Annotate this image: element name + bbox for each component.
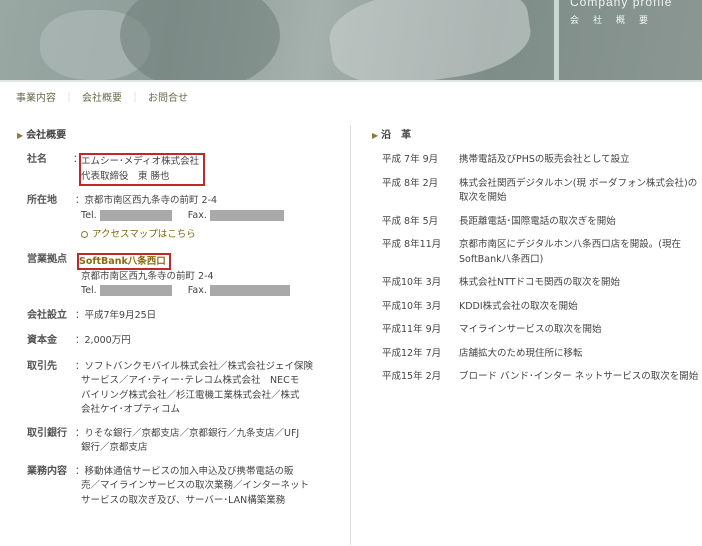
history-text: マイラインサービスの取次を開始 bbox=[459, 324, 602, 335]
history-date: 平成10年 3月 bbox=[382, 277, 442, 288]
nav-item-contact[interactable]: お問合せ bbox=[148, 93, 188, 104]
highlight-box: SoftBank八条西口 bbox=[77, 252, 171, 270]
history-date: 平成 8年 5月 bbox=[382, 215, 439, 227]
banks-value: ：りそな銀行／京都支店／京都銀行／九条支店／UFJ 銀行／京都支店 bbox=[75, 427, 300, 454]
row-address: 所在地 ：京都市南区西九条寺の前町 2-4 Tel. Fax. アクセスマップは… bbox=[27, 194, 347, 243]
row-partners: 取引先 ：ソフトバンクモバイル株式会社／株式会社ジェイ保険 サービス／アイ･ティ… bbox=[27, 360, 347, 418]
label-address: 所在地 bbox=[27, 195, 57, 206]
shop-address: 京都市南区西九条寺の前町 2-4 bbox=[81, 270, 214, 282]
address-text: ：京都市南区西九条寺の前町 2-4 bbox=[75, 195, 218, 206]
company-profile-section: ▶ 会社概要 社名 ： エムシー･メディオ株式会社 代表取締役 東 勝也 所在地 … bbox=[17, 126, 347, 516]
label-partners: 取引先 bbox=[27, 360, 57, 372]
row-company-name: 社名 ： エムシー･メディオ株式会社 代表取締役 東 勝也 bbox=[27, 153, 347, 186]
redacted-fax bbox=[209, 209, 284, 221]
history-text: 長距離電話･国際電話の取次ぎを開始 bbox=[459, 215, 616, 227]
history-item: 平成10年 3月 KDDI株式会社の取次を開始 bbox=[382, 300, 702, 315]
history-list: 平成 7年 9月 携帯電話及びPHSの販売会社として設立平成 8年 2月 株式会社関… bbox=[372, 153, 702, 385]
history-item: 平成 8年 2月 株式会社関西デジタルホン(現 ボーダフォン株式会社)の取次を開始 bbox=[382, 177, 702, 206]
colon: ： bbox=[73, 154, 83, 165]
header-title: Company profile bbox=[570, 0, 673, 9]
history-item: 平成11年 9月 マイラインサービスの取次を開始 bbox=[382, 323, 702, 338]
column-divider bbox=[350, 125, 351, 545]
history-text: 店舗拡大のため現住所に移転 bbox=[459, 347, 583, 359]
header-underline bbox=[0, 80, 702, 82]
fax-label: Fax. bbox=[187, 209, 207, 221]
history-item: 平成12年 7月 店舗拡大のため現住所に移転 bbox=[382, 347, 702, 362]
nav-item-business[interactable]: 事業内容 bbox=[16, 93, 56, 104]
label-shop: 営業拠点 bbox=[27, 253, 67, 265]
history-date: 平成12年 7月 bbox=[382, 347, 442, 359]
history-item: 平成 8年 5月 長距離電話･国際電話の取次ぎを開始 bbox=[382, 215, 702, 230]
history-text: 株式会社NTTドコモ関西の取次を開始 bbox=[459, 277, 621, 288]
label-capital: 資本金 bbox=[27, 335, 57, 346]
circle-icon bbox=[81, 231, 88, 238]
header-stripe bbox=[554, 0, 559, 80]
triangle-icon: ▶ bbox=[372, 131, 379, 140]
fax-label: Fax. bbox=[187, 285, 207, 296]
section-title: ▶ 会社概要 bbox=[17, 130, 67, 141]
access-map-link[interactable]: アクセスマップはこちら bbox=[75, 228, 347, 243]
redacted-fax bbox=[209, 285, 290, 296]
founded-value: ：平成7年9月25日 bbox=[75, 309, 157, 321]
history-date: 平成15年 2月 bbox=[382, 371, 442, 382]
tel-label: Tel. bbox=[81, 209, 97, 221]
history-date: 平成10年 3月 bbox=[382, 300, 442, 312]
highlight-box: エムシー･メディオ株式会社 代表取締役 東 勝也 bbox=[79, 153, 206, 186]
history-text: 携帯電話及びPHSの販売会社として設立 bbox=[459, 154, 630, 165]
label-business: 業務内容 bbox=[27, 465, 67, 477]
history-date: 平成 7年 9月 bbox=[382, 154, 439, 165]
phone-line: Tel. Fax. bbox=[75, 209, 347, 224]
representative: 代表取締役 東 勝也 bbox=[81, 170, 170, 182]
section-title: ▶ 沿 革 bbox=[372, 130, 412, 141]
phone-line: Tel. Fax. bbox=[79, 284, 347, 299]
row-founded: 会社設立 ：平成7年9月25日 bbox=[27, 309, 347, 324]
history-item: 平成15年 2月 ブロード バンド･インター ネットサービスの取次を開始 bbox=[382, 370, 702, 385]
row-capital: 資本金 ：2,000万円 bbox=[27, 334, 347, 349]
row-business: 業務内容 ：移動体通信サービスの加入申込及び携帯電話の販 売／マイラインサービス… bbox=[27, 465, 347, 509]
history-date: 平成 8年 2月 bbox=[382, 177, 439, 189]
company-name: エムシー･メディオ株式会社 bbox=[81, 156, 200, 167]
header-photo bbox=[120, 0, 280, 80]
shop-name: SoftBank八条西口 bbox=[79, 255, 166, 267]
nav-separator: ｜ bbox=[130, 93, 140, 104]
tel-label: Tel. bbox=[81, 285, 97, 296]
nav-item-company[interactable]: 会社概要 bbox=[82, 93, 122, 104]
history-item: 平成 7年 9月 携帯電話及びPHSの販売会社として設立 bbox=[382, 153, 702, 168]
history-section: ▶ 沿 革 平成 7年 9月 携帯電話及びPHSの販売会社として設立平成 8年 2月… bbox=[372, 126, 702, 394]
history-text: 株式会社関西デジタルホン(現 ボーダフォン株式会社)の取次を開始 bbox=[459, 177, 698, 204]
header-photo bbox=[324, 0, 536, 80]
capital-value: ：2,000万円 bbox=[75, 335, 131, 346]
history-date: 平成11年 9月 bbox=[382, 324, 442, 335]
nav-separator: ｜ bbox=[64, 93, 74, 104]
partners-value: ：ソフトバンクモバイル株式会社／株式会社ジェイ保険 サービス／アイ･ティー･テレ… bbox=[75, 360, 313, 416]
label-banks: 取引銀行 bbox=[27, 427, 67, 439]
history-item: 平成10年 3月 株式会社NTTドコモ関西の取次を開始 bbox=[382, 276, 702, 291]
header-subtitle: 会社概要 bbox=[570, 16, 663, 26]
label-company-name: 社名 bbox=[27, 154, 47, 165]
row-shop: 営業拠点 SoftBank八条西口 京都市南区西九条寺の前町 2-4 Tel. … bbox=[27, 252, 347, 299]
triangle-icon: ▶ bbox=[17, 131, 24, 140]
history-text: KDDI株式会社の取次を開始 bbox=[459, 300, 578, 312]
redacted-tel bbox=[99, 285, 172, 296]
label-founded: 会社設立 bbox=[27, 309, 67, 321]
business-value: ：移動体通信サービスの加入申込及び携帯電話の販 売／マイラインサービスの取次業務… bbox=[75, 465, 310, 506]
history-text: 京都市南区にデジタルホン八条西口店を開設。(現在 SoftBank八条西口) bbox=[459, 239, 682, 265]
history-item: 平成 8年11月 京都市南区にデジタルホン八条西口店を開設。(現在 SoftBan… bbox=[382, 238, 702, 267]
row-banks: 取引銀行 ：りそな銀行／京都支店／京都銀行／九条支店／UFJ 銀行／京都支店 bbox=[27, 427, 347, 456]
header-banner: Company profile 会社概要 bbox=[0, 0, 702, 80]
history-text: ブロード バンド･インター ネットサービスの取次を開始 bbox=[459, 371, 699, 382]
history-date: 平成 8年11月 bbox=[382, 239, 442, 250]
top-nav: 事業内容 ｜ 会社概要 ｜ お問合せ bbox=[16, 89, 188, 104]
redacted-tel bbox=[99, 209, 172, 221]
